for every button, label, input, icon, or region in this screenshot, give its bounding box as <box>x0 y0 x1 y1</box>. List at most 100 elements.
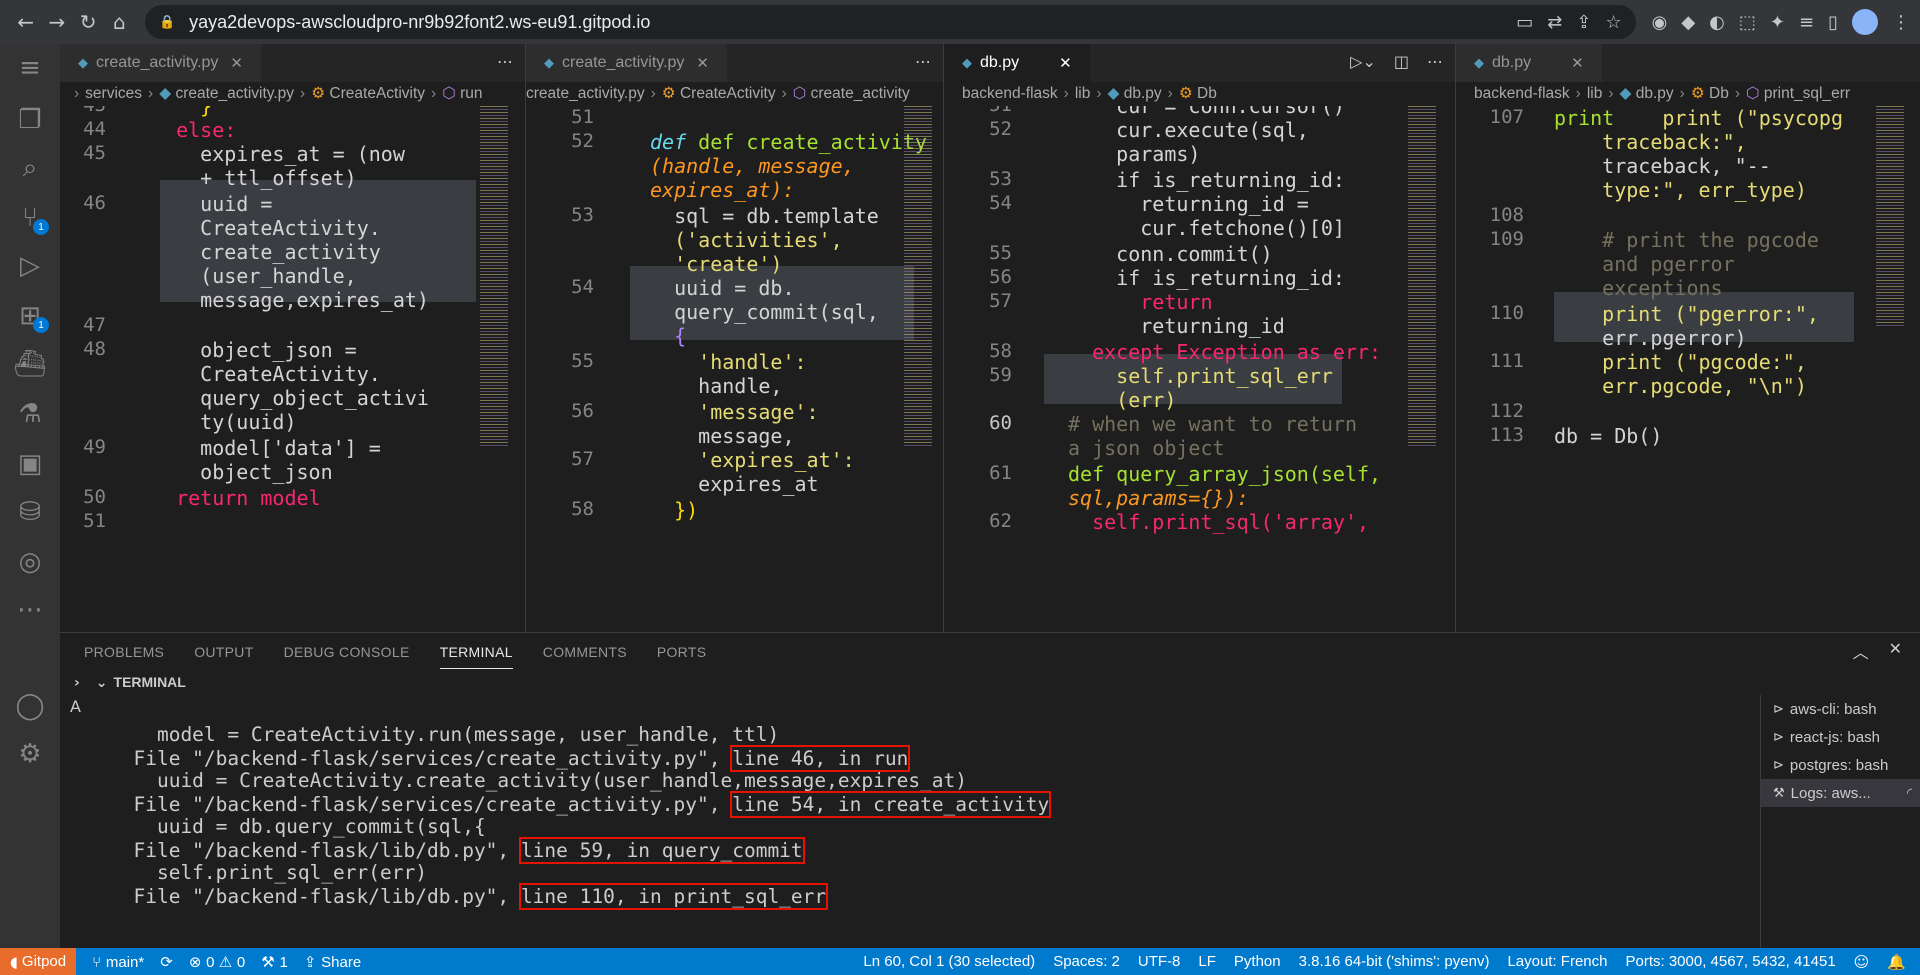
crumb-item[interactable]: create_activity.py <box>175 85 294 102</box>
menu-icon[interactable]: ≡ <box>0 44 60 92</box>
python-interpreter[interactable]: 3.8.16 64-bit ('shims': pyenv) <box>1299 953 1490 971</box>
more-actions-icon[interactable]: ⋯ <box>915 52 931 71</box>
ports-list[interactable]: Ports: 3000, 4567, 5432, 41451 <box>1626 953 1836 971</box>
close-panel-icon[interactable]: ✕ <box>1889 639 1902 663</box>
keyboard-layout[interactable]: Layout: French <box>1507 953 1607 971</box>
forward-icon[interactable]: → <box>41 5 72 39</box>
crumb-item[interactable]: Db <box>1197 85 1217 102</box>
terminal-item[interactable]: ⚒ Logs: aws... ◜ <box>1761 779 1920 807</box>
problems-indicator[interactable]: ⊗ 0 ⚠ 0 <box>189 953 245 971</box>
crumb-item[interactable]: create_activity.py <box>526 85 645 102</box>
close-icon[interactable]: ✕ <box>1059 54 1072 72</box>
minimap[interactable] <box>904 106 932 446</box>
tab-ports[interactable]: PORTS <box>657 633 706 669</box>
extension-icon[interactable]: ◆ <box>1681 12 1695 33</box>
github-icon[interactable]: ◎ <box>0 538 60 586</box>
encoding[interactable]: UTF-8 <box>1138 953 1181 971</box>
crumb-item[interactable]: print_sql_err <box>1764 85 1850 102</box>
crumb-item[interactable]: backend-flask <box>962 85 1058 102</box>
run-icon[interactable]: ▷⌄ <box>1350 52 1376 71</box>
terminal-item[interactable]: ⊳ postgres: bash <box>1761 751 1920 779</box>
database-icon[interactable]: ⛁ <box>0 488 60 536</box>
crumb-item[interactable]: CreateActivity <box>329 85 425 102</box>
more-icon[interactable]: ⋯ <box>0 586 60 634</box>
account-icon[interactable]: ◯ <box>0 682 60 730</box>
crumb-item[interactable]: lib <box>1587 85 1603 102</box>
close-icon[interactable]: ✕ <box>230 54 243 72</box>
crumb-item[interactable]: create_activity <box>811 85 910 102</box>
puzzle-icon[interactable]: ✦ <box>1770 12 1785 33</box>
crumb-item[interactable]: db.py <box>1124 85 1162 102</box>
close-icon[interactable]: ✕ <box>1571 54 1584 72</box>
ports-indicator[interactable]: ⚒ 1 <box>261 953 288 971</box>
terminal-item[interactable]: ⊳ aws-cli: bash <box>1761 695 1920 723</box>
maximize-panel-icon[interactable]: ︿ <box>1853 639 1869 663</box>
split-editor-icon[interactable]: ◫ <box>1394 52 1409 71</box>
camera-off-icon[interactable]: ▭ <box>1516 12 1533 33</box>
tab-db-py[interactable]: ◆ db.py ✕ <box>1456 44 1602 82</box>
code-area[interactable]: 51 52 53 54 55 56 57 58 def def create_a… <box>526 106 943 632</box>
tab-terminal[interactable]: TERMINAL <box>439 633 513 669</box>
tab-output[interactable]: OUTPUT <box>194 633 253 669</box>
crumb-item[interactable]: CreateActivity <box>680 85 776 102</box>
language-mode[interactable]: Python <box>1234 953 1281 971</box>
cursor-position[interactable]: Ln 60, Col 1 (30 selected) <box>863 953 1035 971</box>
explorer-icon[interactable]: ❐ <box>0 96 60 144</box>
api-icon[interactable]: ▣ <box>0 440 60 488</box>
run-debug-icon[interactable]: ▷ <box>0 242 60 290</box>
tab-debug-console[interactable]: DEBUG CONSOLE <box>284 633 410 669</box>
indentation[interactable]: Spaces: 2 <box>1053 953 1120 971</box>
crumb-item[interactable]: lib <box>1075 85 1091 102</box>
sync-icon[interactable]: ⟳ <box>160 953 173 971</box>
crumb-item[interactable]: db.py <box>1636 85 1674 102</box>
terminal-output[interactable]: A model = CreateActivity.run(message, us… <box>60 695 1760 949</box>
settings-gear-icon[interactable]: ⚙ <box>0 730 60 778</box>
end-of-line[interactable]: LF <box>1198 953 1216 971</box>
share-button[interactable]: ⇪ Share <box>304 953 361 971</box>
tab-create-activity[interactable]: ◆ create_activity.py ✕ <box>526 44 727 82</box>
sidepanel-icon[interactable]: ▯ <box>1828 12 1838 33</box>
back-icon[interactable]: ← <box>10 5 41 39</box>
source-control-icon[interactable]: ⑂ 1 <box>0 194 60 242</box>
tab-problems[interactable]: PROBLEMS <box>84 633 164 669</box>
more-actions-icon[interactable]: ⋯ <box>1427 52 1443 71</box>
testing-icon[interactable]: ⚗ <box>0 390 60 438</box>
tab-comments[interactable]: COMMENTS <box>543 633 627 669</box>
chevron-right-icon[interactable]: › <box>74 675 80 691</box>
home-icon[interactable]: ⌂ <box>104 5 135 39</box>
reload-icon[interactable]: ↻ <box>72 5 103 39</box>
media-icon[interactable]: ≡ <box>1799 12 1814 33</box>
feedback-icon[interactable]: ☺ <box>1854 953 1870 971</box>
avatar[interactable] <box>1851 9 1878 35</box>
bell-icon[interactable]: 🔔 <box>1887 953 1906 971</box>
more-actions-icon[interactable]: ⋯ <box>497 52 513 71</box>
crumb-item[interactable]: run <box>460 85 482 102</box>
translate-icon[interactable]: ⇄ <box>1547 12 1562 33</box>
gitpod-button[interactable]: ◖ Gitpod <box>0 948 77 975</box>
minimap[interactable] <box>1876 106 1904 326</box>
docker-icon[interactable]: ⛴ <box>0 340 60 388</box>
screenshot-icon[interactable]: ⬚ <box>1739 12 1756 33</box>
crumb-item[interactable]: backend-flask <box>1474 85 1570 102</box>
extension-icon[interactable]: ◉ <box>1652 12 1668 33</box>
tab-db-py[interactable]: ◆ db.py ✕ <box>944 44 1090 82</box>
terminal-item[interactable]: ⊳ react-js: bash <box>1761 723 1920 751</box>
code-area[interactable]: 107 108 109 110 111 112 113 print print … <box>1456 106 1920 632</box>
extension-icon[interactable]: ◐ <box>1709 12 1725 33</box>
crumb-item[interactable]: Db <box>1709 85 1729 102</box>
share-icon[interactable]: ⇪ <box>1576 12 1591 33</box>
search-icon[interactable]: ⌕ <box>0 144 60 192</box>
menu-kebab-icon[interactable]: ⋮ <box>1892 12 1910 33</box>
bookmark-star-icon[interactable]: ☆ <box>1605 12 1621 33</box>
tab-create-activity[interactable]: ◆ create_activity.py ✕ <box>60 44 261 82</box>
minimap[interactable] <box>480 106 508 446</box>
extensions-icon[interactable]: ⊞ 1 <box>0 292 60 340</box>
close-icon[interactable]: ✕ <box>696 54 709 72</box>
crumb-item[interactable]: services <box>85 85 142 102</box>
code-area[interactable]: 51 52 53 54 55 56 57 58 59 60 61 62 cur … <box>944 106 1455 632</box>
chevron-down-icon[interactable]: ⌄ <box>96 675 108 691</box>
minimap[interactable] <box>1408 106 1436 446</box>
code-area[interactable]: 43 44 45 46 47 48 49 50 51 💡 } else: exp… <box>60 106 525 632</box>
address-bar[interactable]: 🔒 yaya2devops-awscloudpro-nr9b92font2.ws… <box>144 5 1636 39</box>
branch-indicator[interactable]: ⑂ main* <box>92 953 144 971</box>
